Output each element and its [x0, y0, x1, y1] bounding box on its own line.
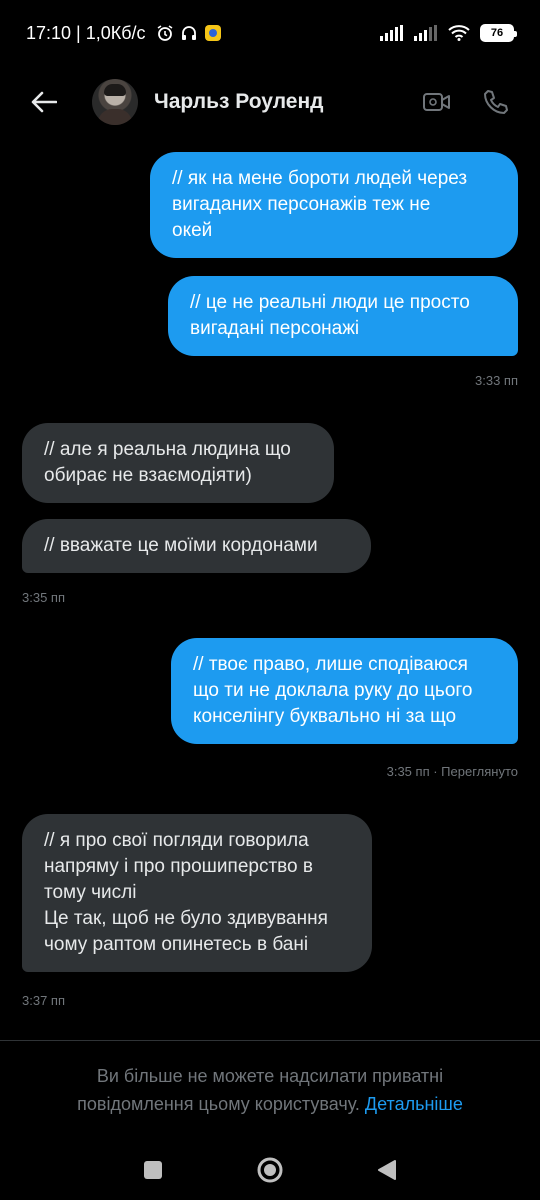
- alarm-icon: [157, 25, 172, 41]
- battery-level: 76: [490, 27, 504, 39]
- signal-icon: [380, 25, 403, 41]
- time-and-speed: 17:10 | 1,0Кб/с: [26, 22, 146, 43]
- message-timestamp: 3:35 пп: [22, 590, 65, 605]
- back-arrow-icon: [31, 91, 57, 113]
- recents-button[interactable]: [137, 1154, 169, 1186]
- status-bar: 17:10 | 1,0Кб/с 76: [0, 0, 540, 66]
- message-timestamp: 3:33 пп: [475, 373, 518, 388]
- avatar[interactable]: [92, 79, 138, 125]
- dm-disabled-notice: Ви більше не можете надсилати приватні п…: [40, 1062, 500, 1118]
- message-timestamp: 3:37 пп: [22, 993, 65, 1008]
- message-incoming[interactable]: // я про свої погляди говорила напряму і…: [22, 814, 372, 972]
- home-button[interactable]: [254, 1154, 286, 1186]
- status-left: 17:10 | 1,0Кб/с: [26, 23, 222, 44]
- app-notification-icon: [204, 25, 221, 41]
- wifi-icon: [448, 25, 470, 41]
- conversation-header: Чарльз Роуленд: [0, 66, 540, 138]
- dm-conversation-screen: 17:10 | 1,0Кб/с 76 Чарльз Роуленд // як …: [0, 0, 540, 1200]
- contact-name[interactable]: Чарльз Роуленд: [154, 90, 422, 114]
- message-incoming[interactable]: // вважате це моїми кордонами: [22, 519, 371, 573]
- divider: [0, 1040, 540, 1041]
- square-icon: [144, 1161, 162, 1179]
- system-nav-bar: [0, 1140, 540, 1200]
- message-outgoing[interactable]: // це не реальні люди це просто вигадані…: [168, 276, 518, 356]
- status-right: 76: [380, 24, 517, 42]
- message-timestamp-seen: 3:35 пп · Переглянуто: [386, 764, 518, 779]
- circle-icon: [257, 1157, 283, 1183]
- phone-call-icon[interactable]: [482, 88, 510, 116]
- message-incoming[interactable]: // але я реальна людина що обирає не вза…: [22, 423, 334, 503]
- message-outgoing[interactable]: // твоє право, лише сподіваюся що ти не …: [171, 638, 518, 744]
- message-outgoing[interactable]: // як на мене бороти людей через вигадан…: [150, 152, 518, 258]
- triangle-back-icon: [378, 1160, 396, 1180]
- header-actions: [422, 88, 510, 116]
- back-nav-button[interactable]: [371, 1154, 403, 1186]
- video-call-icon[interactable]: [422, 90, 452, 114]
- back-button[interactable]: [24, 82, 64, 122]
- signal-secondary-icon: [414, 25, 437, 41]
- learn-more-link[interactable]: Детальніше: [365, 1094, 463, 1114]
- headphones-icon: [181, 26, 196, 40]
- battery-icon: 76: [480, 24, 517, 42]
